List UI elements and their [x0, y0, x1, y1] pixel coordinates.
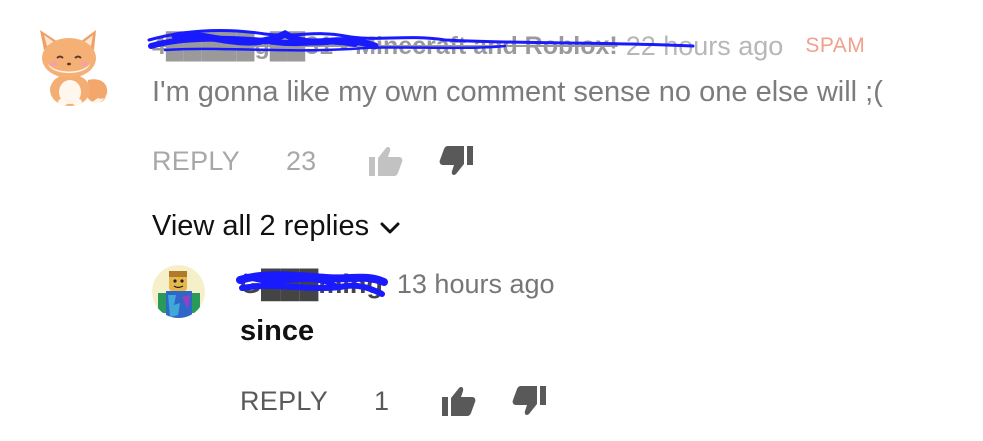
reply-header: G███ming 13 hours ago	[240, 264, 555, 304]
avatar[interactable]	[30, 28, 112, 110]
reply-avatar[interactable]	[152, 265, 205, 318]
reply-like-count: 1	[374, 385, 390, 416]
spam-badge: SPAM	[805, 34, 866, 57]
comment-action-bar: REPLY 23	[152, 141, 476, 181]
reply-like-button[interactable]	[439, 381, 479, 421]
reply-action-bar: REPLY 1	[240, 381, 549, 421]
reply-text: since	[240, 315, 315, 347]
view-replies-button[interactable]: View all 2 replies	[152, 206, 401, 246]
roblox-character-avatar-icon	[152, 265, 205, 318]
dislike-button[interactable]	[436, 141, 476, 181]
reply-timestamp[interactable]: 13 hours ago	[397, 269, 555, 300]
comment-timestamp[interactable]: 22 hours ago	[626, 31, 784, 62]
comment-author[interactable]: 4█████g██31 - Minecraft and Roblox!	[152, 32, 618, 61]
reply-author[interactable]: G███ming	[240, 269, 383, 300]
fox-avatar-icon	[40, 30, 108, 106]
thumbs-down-icon	[439, 146, 474, 175]
like-button[interactable]	[366, 141, 406, 181]
view-replies-label: View all 2 replies	[152, 209, 370, 242]
reply-button[interactable]: REPLY	[152, 146, 240, 177]
reply-reply-button[interactable]: REPLY	[240, 386, 328, 417]
comment-header: 4█████g██31 - Minecraft and Roblox! 22 h…	[152, 26, 865, 66]
thumbs-down-icon	[512, 386, 547, 415]
chevron-down-icon	[380, 222, 400, 234]
comment-text: I'm gonna like my own comment sense no o…	[152, 76, 883, 108]
thumbs-up-icon	[442, 387, 476, 416]
reply-dislike-button[interactable]	[509, 381, 549, 421]
thumbs-up-icon	[369, 147, 403, 176]
like-count: 23	[286, 145, 317, 176]
